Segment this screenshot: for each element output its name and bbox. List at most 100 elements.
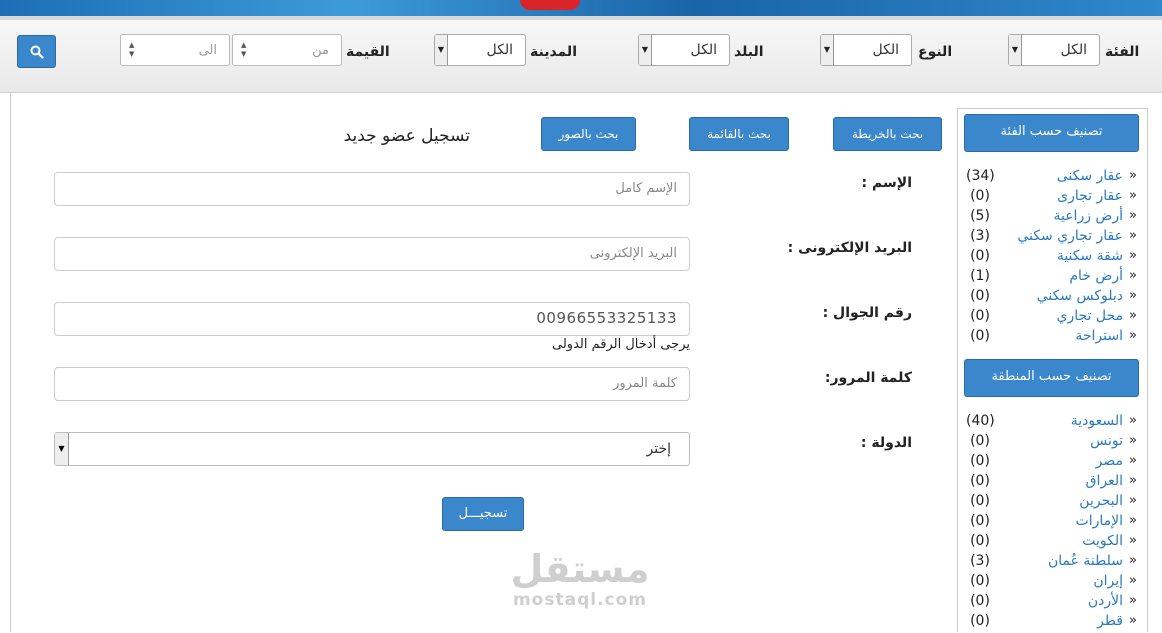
sidebar-list-item[interactable]: » العراق (0) bbox=[958, 473, 1147, 493]
sidebar-list-item[interactable]: » إيران (0) bbox=[958, 573, 1147, 593]
email-input[interactable]: البريد الإلكترونى bbox=[54, 237, 690, 271]
sidebar-item-count: (3) bbox=[970, 228, 990, 244]
price-to-placeholder: الى bbox=[198, 43, 217, 58]
sidebar-item-count: (0) bbox=[970, 453, 990, 469]
sidebar-list-item[interactable]: » أرض زراعية (5) bbox=[958, 208, 1147, 228]
spinner-icon[interactable]: ▲ ▼ bbox=[129, 41, 134, 59]
double-chevron-icon: » bbox=[1129, 433, 1137, 448]
country-label: الدولة : bbox=[860, 435, 912, 451]
sidebar-item-label[interactable]: العراق bbox=[1086, 473, 1123, 489]
sidebar-item-count: (34) bbox=[966, 168, 995, 184]
sidebar-list-item[interactable]: » محل تجاري (0) bbox=[958, 308, 1147, 328]
sidebar-item-label[interactable]: مصر bbox=[1096, 453, 1123, 469]
sidebar-item-label[interactable]: عقار تجاري سكني bbox=[1017, 228, 1123, 244]
mobile-value: 00966553325133 bbox=[536, 309, 677, 327]
mobile-input[interactable]: 00966553325133 bbox=[54, 302, 690, 336]
sidebar-list-item[interactable]: » قطر (0) bbox=[958, 613, 1147, 633]
double-chevron-icon: » bbox=[1129, 493, 1137, 508]
sidebar: تصنيف حسب الفئة » عقار سكنى (34) » عقار تجار… bbox=[957, 108, 1148, 632]
sidebar-item-label[interactable]: سلطنة عُمان bbox=[1048, 553, 1123, 569]
password-placeholder: كلمة المرور bbox=[613, 376, 677, 391]
sidebar-list-item[interactable]: » عقار سكنى (34) bbox=[958, 168, 1147, 188]
country-filter-value: الكل bbox=[690, 42, 718, 58]
sidebar-item-label[interactable]: عقار تجارى bbox=[1057, 188, 1123, 204]
double-chevron-icon: » bbox=[1129, 268, 1137, 283]
sidebar-item-label[interactable]: الأردن bbox=[1088, 593, 1123, 609]
watermark-arabic: مستقل bbox=[510, 547, 650, 591]
sidebar-item-count: (0) bbox=[970, 513, 990, 529]
region-heading[interactable]: تصنيف حسب المنطقة bbox=[964, 359, 1139, 397]
double-chevron-icon: » bbox=[1129, 533, 1137, 548]
double-chevron-icon: » bbox=[1129, 288, 1137, 303]
list-search-button[interactable]: بحث بالقائمة bbox=[689, 117, 789, 151]
price-filter-label: القيمة bbox=[346, 44, 390, 60]
sidebar-item-label[interactable]: محل تجاري bbox=[1056, 308, 1123, 324]
sidebar-item-label[interactable]: إيران bbox=[1093, 573, 1123, 589]
sidebar-item-label[interactable]: أرض خام bbox=[1069, 268, 1123, 284]
sidebar-item-count: (0) bbox=[970, 613, 990, 629]
map-search-button[interactable]: بحث بالخريطة bbox=[833, 117, 942, 151]
sidebar-item-label[interactable]: استراحة bbox=[1075, 328, 1123, 344]
sidebar-item-label[interactable]: أرض زراعية bbox=[1053, 208, 1123, 224]
double-chevron-icon: » bbox=[1129, 573, 1137, 588]
sidebar-list-item[interactable]: » عقار تجاري سكني (3) bbox=[958, 228, 1147, 248]
sidebar-list-item[interactable]: » الأردن (0) bbox=[958, 593, 1147, 613]
country-select-value: إختر bbox=[646, 441, 672, 457]
price-from-input[interactable]: ▲ ▼ من bbox=[232, 34, 342, 66]
country-select[interactable]: ▼ إختر bbox=[54, 432, 690, 466]
sidebar-item-count: (0) bbox=[970, 473, 990, 489]
sidebar-item-count: (0) bbox=[970, 328, 990, 344]
double-chevron-icon: » bbox=[1129, 248, 1137, 263]
dropdown-arrow-icon: ▼ bbox=[821, 35, 834, 65]
category-filter-select[interactable]: ▼ الكل bbox=[1008, 34, 1100, 66]
sidebar-item-label[interactable]: البحرين bbox=[1079, 493, 1123, 509]
email-label: البريد الإلكترونى : bbox=[787, 240, 912, 256]
sidebar-list-item[interactable]: » سلطنة عُمان (3) bbox=[958, 553, 1147, 573]
double-chevron-icon: » bbox=[1129, 168, 1137, 183]
sidebar-item-count: (0) bbox=[970, 573, 990, 589]
category-filter-value: الكل bbox=[1060, 42, 1088, 58]
double-chevron-icon: » bbox=[1129, 188, 1137, 203]
name-placeholder: الإسم كامل bbox=[615, 181, 677, 196]
sidebar-item-label[interactable]: تونس bbox=[1090, 433, 1123, 449]
sidebar-item-label[interactable]: دبلوكس سكني bbox=[1037, 288, 1123, 304]
price-to-input[interactable]: ▲ ▼ الى bbox=[120, 34, 230, 66]
type-filter-select[interactable]: ▼ الكل bbox=[820, 34, 912, 66]
search-button[interactable] bbox=[17, 35, 56, 68]
sidebar-list-item[interactable]: » مصر (0) bbox=[958, 453, 1147, 473]
site-logo[interactable] bbox=[520, 0, 580, 10]
double-chevron-icon: » bbox=[1129, 513, 1137, 528]
password-label: كلمة المرور: bbox=[824, 370, 912, 386]
register-button[interactable]: تسجيـــل bbox=[442, 497, 524, 531]
sidebar-item-label[interactable]: الكويت bbox=[1082, 533, 1123, 549]
sidebar-list-item[interactable]: » شقة سكنية (0) bbox=[958, 248, 1147, 268]
mobile-label: رقم الجوال : bbox=[822, 305, 912, 321]
city-filter-select[interactable]: ▼ الكل bbox=[434, 34, 526, 66]
sidebar-list-item[interactable]: » الكويت (0) bbox=[958, 533, 1147, 553]
name-input[interactable]: الإسم كامل bbox=[54, 172, 690, 206]
sidebar-list-item[interactable]: » البحرين (0) bbox=[958, 493, 1147, 513]
sidebar-list-item[interactable]: » السعودية (40) bbox=[958, 413, 1147, 433]
sidebar-item-label[interactable]: قطر bbox=[1097, 613, 1123, 629]
spinner-icon[interactable]: ▲ ▼ bbox=[241, 41, 246, 59]
sidebar-list-item[interactable]: » الإمارات (0) bbox=[958, 513, 1147, 533]
filter-bar: الفئة ▼ الكل النوع ▼ الكل البلد ▼ الكل ا… bbox=[0, 20, 1162, 93]
photo-search-button[interactable]: بحث بالصور bbox=[541, 117, 636, 151]
double-chevron-icon: » bbox=[1129, 553, 1137, 568]
dropdown-arrow-icon: ▼ bbox=[639, 35, 652, 65]
sidebar-list-item[interactable]: » استراحة (0) bbox=[958, 328, 1147, 348]
sidebar-item-label[interactable]: عقار سكنى bbox=[1057, 168, 1123, 184]
password-input[interactable]: كلمة المرور bbox=[54, 367, 690, 401]
sidebar-list-item[interactable]: » تونس (0) bbox=[958, 433, 1147, 453]
sidebar-list-item[interactable]: » أرض خام (1) bbox=[958, 268, 1147, 288]
sidebar-item-label[interactable]: الإمارات bbox=[1076, 513, 1123, 529]
country-filter-select[interactable]: ▼ الكل bbox=[638, 34, 730, 66]
double-chevron-icon: » bbox=[1129, 613, 1137, 628]
double-chevron-icon: » bbox=[1129, 593, 1137, 608]
sidebar-item-label[interactable]: السعودية bbox=[1071, 413, 1123, 429]
sidebar-item-label[interactable]: شقة سكنية bbox=[1057, 248, 1123, 264]
mobile-hint: يرجى أدخال الرقم الدولى bbox=[552, 337, 690, 352]
category-heading[interactable]: تصنيف حسب الفئة bbox=[964, 114, 1139, 152]
sidebar-list-item[interactable]: » دبلوكس سكني (0) bbox=[958, 288, 1147, 308]
sidebar-list-item[interactable]: » عقار تجارى (0) bbox=[958, 188, 1147, 208]
